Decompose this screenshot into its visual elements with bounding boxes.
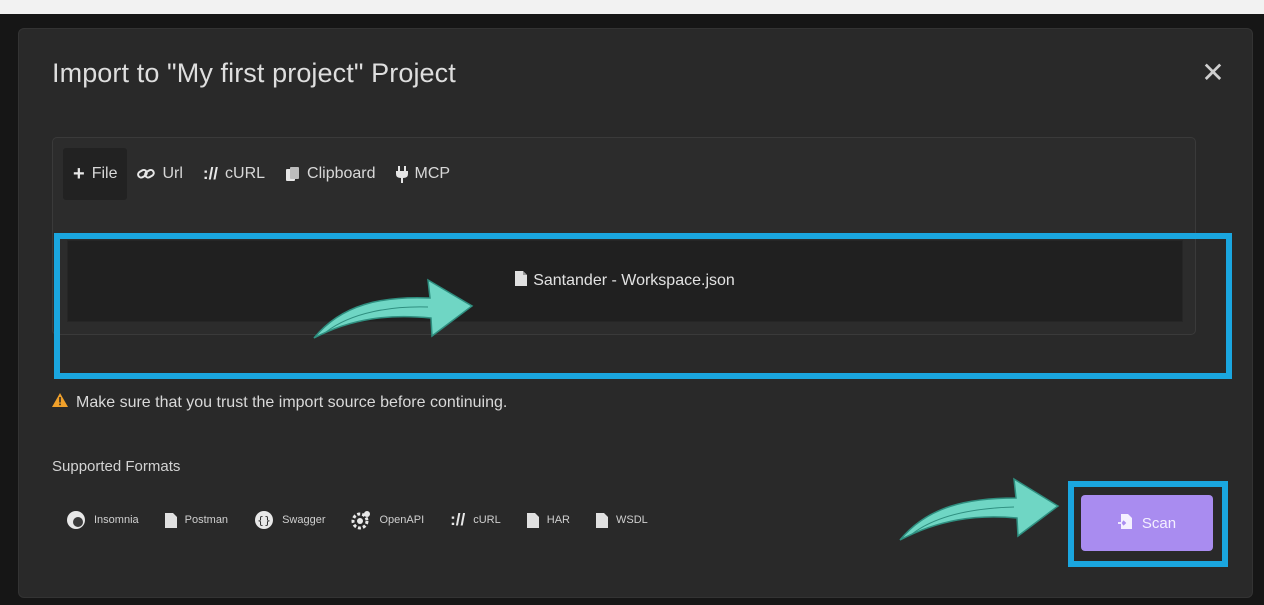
close-icon[interactable]: ✕ (1198, 58, 1228, 88)
format-insomnia-label: Insomnia (94, 514, 139, 526)
tab-curl-label: cURL (225, 165, 266, 182)
wsdl-icon (595, 512, 608, 528)
tab-clipboard[interactable]: Clipboard (275, 148, 385, 200)
tab-mcp[interactable]: MCP (386, 148, 461, 200)
format-openapi-label: OpenAPI (379, 514, 425, 526)
modal-title: Import to "My first project" Project (52, 58, 456, 88)
scan-button-label: Scan (1141, 514, 1177, 532)
annotation-arrow-scan-icon (899, 477, 1060, 541)
format-insomnia: Insomnia (66, 510, 139, 530)
warning-icon (52, 393, 68, 412)
curl-format-icon: :// (450, 510, 466, 529)
tab-url[interactable]: Url (127, 148, 192, 200)
format-swagger-label: Swagger (282, 514, 326, 526)
clipboard-icon (285, 166, 300, 182)
scan-button[interactable]: Scan (1081, 495, 1213, 551)
har-icon (526, 512, 539, 528)
format-har-label: HAR (546, 514, 570, 526)
tab-curl[interactable]: :// cURL (193, 148, 275, 200)
format-swagger: {} Swagger (254, 510, 325, 530)
format-postman-label: Postman (184, 514, 229, 526)
top-strip (0, 0, 1264, 14)
import-warning: Make sure that you trust the import sour… (52, 393, 507, 412)
tab-mcp-label: MCP (414, 165, 451, 182)
scan-icon (1117, 513, 1132, 533)
warning-text: Make sure that you trust the import sour… (76, 393, 508, 411)
import-tabs: + File Url :// cURL Clipboard MCP (63, 148, 460, 200)
tab-file-label: File (91, 165, 118, 182)
tab-file[interactable]: + File (63, 148, 128, 200)
format-wsdl-label: WSDL (615, 514, 648, 526)
format-openapi: OpenAPI (351, 510, 424, 530)
tab-clipboard-label: Clipboard (307, 165, 376, 182)
postman-icon (164, 512, 177, 528)
format-postman: Postman (164, 512, 229, 528)
format-curl-label: cURL (473, 514, 501, 526)
plus-icon: + (73, 162, 85, 185)
link-icon (137, 167, 156, 181)
highlight-dropzone-frame (54, 233, 1232, 379)
swagger-icon: {} (254, 510, 274, 530)
format-curl: :// cURL (450, 510, 501, 530)
supported-formats-list: Insomnia Postman {} Swagger OpenAPI :// … (66, 510, 674, 530)
curl-icon: :// (202, 164, 219, 183)
format-har: HAR (526, 512, 570, 528)
insomnia-icon (66, 510, 86, 530)
plug-icon (395, 165, 408, 183)
format-wsdl: WSDL (595, 512, 648, 528)
openapi-icon (351, 510, 371, 530)
annotation-arrow-right-icon (313, 278, 474, 339)
svg-text:{}: {} (257, 514, 271, 527)
tab-url-label: Url (162, 165, 183, 182)
supported-formats-title: Supported Formats (52, 458, 181, 475)
